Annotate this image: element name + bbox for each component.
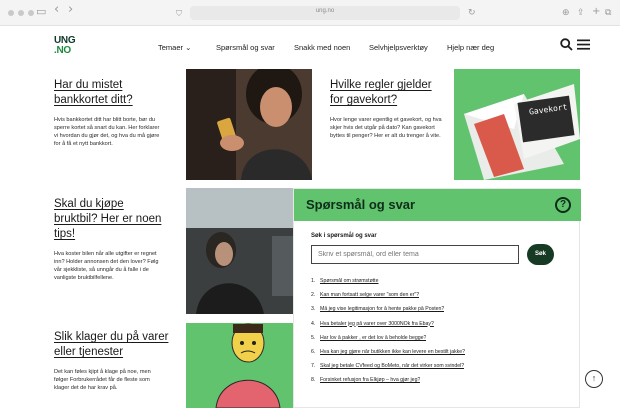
card-text: Hvis bankkortet ditt har blitt borte, bø… xyxy=(54,117,160,147)
card-text: Hvor lenge varer egentlig et gavekort, o… xyxy=(330,117,442,139)
window-controls xyxy=(8,10,34,16)
download-icon[interactable]: ⊕ xyxy=(562,6,570,20)
article-card-klage[interactable]: Slik klager du på varer eller tjenester … xyxy=(54,330,178,408)
qa-question-link[interactable]: Skal jeg betale CVfeed og BoMeto, når de… xyxy=(320,363,464,377)
qa-question-item[interactable]: 4. Hva betaler jeg på varer over 3000NOk … xyxy=(311,321,571,335)
web-page: UNG .NO Temaer ⌄ Spørsmål og svar Snakk … xyxy=(14,26,606,408)
article-card-bruktbil[interactable]: Skal du kjøpe bruktbil? Her er noen tips… xyxy=(54,197,178,307)
qa-search-label: Søk i spørsmål og svar xyxy=(311,233,377,239)
article-card-bankkort[interactable]: Har du mistet bankkortet ditt? Hvis bank… xyxy=(54,78,178,178)
nav-snakk-med-noen[interactable]: Snakk med noen xyxy=(294,43,350,52)
new-tab-icon[interactable]: + xyxy=(592,5,600,19)
qa-header: Spørsmål og svar ? xyxy=(294,189,581,221)
qa-question-number: 1. xyxy=(311,278,316,284)
card-text: Hva koster bilen når alle utgifter er re… xyxy=(54,251,159,281)
reload-icon[interactable]: ↻ xyxy=(468,6,476,20)
url-text: ung.no xyxy=(315,8,335,14)
qa-question-number: 5. xyxy=(311,334,316,341)
bankkort-image[interactable] xyxy=(186,69,312,180)
qa-question-link[interactable]: Hva kan jeg gjøre når butikken ikke kan … xyxy=(320,349,465,363)
qa-question-link[interactable]: Må jeg vise legitimasjon for å hente pak… xyxy=(320,306,444,320)
tab-overview-icon[interactable]: ⧉ xyxy=(605,6,611,20)
ung-logo[interactable]: UNG .NO xyxy=(54,36,80,56)
nav-selvhjelpsverktoy[interactable]: Selvhjelpsverktøy xyxy=(369,43,428,52)
site-header: UNG .NO Temaer ⌄ Spørsmål og svar Snakk … xyxy=(14,26,606,70)
qa-question-item[interactable]: 3. Må jeg vise legitimasjon for å hente p… xyxy=(311,306,571,320)
sidebar-toggle-icon[interactable]: ▭ xyxy=(36,5,46,19)
qa-question-link[interactable]: Spørsmål om strømstøtte xyxy=(320,278,379,292)
qa-question-item[interactable]: 2. Kan man fortsatt selge varer "som den … xyxy=(311,292,571,306)
qa-question-item[interactable]: 5. Har lov å pakker , er det lov å behold… xyxy=(311,335,571,349)
logo-bottom: .NO xyxy=(54,45,71,56)
gavekort-image[interactable]: Gavekort xyxy=(454,69,580,180)
qa-question-number: 6. xyxy=(311,348,316,355)
browser-toolbar: ▭ ‹ › ⛉ ung.no ↻ ⊕ ⇪ + ⧉ xyxy=(0,0,620,26)
card-title[interactable]: Skal du kjøpe bruktbil? Her er noen tips… xyxy=(54,197,166,242)
qa-question-link[interactable]: Hva betaler jeg på varer over 3000NOk fr… xyxy=(320,321,434,335)
qa-title: Spørsmål og svar xyxy=(306,197,416,212)
qa-panel: Spørsmål og svar ? Søk i spørsmål og sva… xyxy=(293,188,581,408)
qa-question-list: 1. Spørsmål om strømstøtte 2. Kan man forts… xyxy=(311,278,571,392)
minimize-window-dot[interactable] xyxy=(18,10,24,16)
help-icon[interactable]: ? xyxy=(555,197,571,213)
scroll-to-top-button[interactable]: ↑ xyxy=(585,370,603,388)
qa-question-link[interactable]: Forsinket refusjon fra Elkjøp – hva gjør… xyxy=(320,377,420,391)
shield-icon[interactable]: ⛉ xyxy=(176,7,182,21)
menu-icon[interactable] xyxy=(577,38,590,54)
nav-temaer[interactable]: Temaer ⌄ xyxy=(158,43,191,52)
card-title[interactable]: Hvilke regler gjelder for gavekort? xyxy=(330,78,440,108)
address-bar[interactable]: ung.no xyxy=(190,6,460,20)
nav-hjelp-naer-deg[interactable]: Hjelp nær deg xyxy=(447,43,494,52)
qa-question-number: 2. xyxy=(311,292,316,299)
qa-question-item[interactable]: 1. Spørsmål om strømstøtte xyxy=(311,278,571,292)
forward-button[interactable]: › xyxy=(68,3,73,17)
share-icon[interactable]: ⇪ xyxy=(577,6,585,20)
qa-question-item[interactable]: 7. Skal jeg betale CVfeed og BoMeto, når … xyxy=(311,363,571,377)
qa-search-input[interactable] xyxy=(311,245,519,264)
qa-question-number: 8. xyxy=(311,377,316,384)
qa-question-item[interactable]: 6. Hva kan jeg gjøre når butikken ikke ka… xyxy=(311,349,571,363)
qa-question-number: 7. xyxy=(311,363,316,370)
maximize-window-dot[interactable] xyxy=(28,10,34,16)
qa-question-item[interactable]: 8. Forsinket refusjon fra Elkjøp – hva gj… xyxy=(311,377,571,391)
qa-search-button[interactable]: Søk xyxy=(527,244,554,265)
qa-question-link[interactable]: Har lov å pakker , er det lov å beholde … xyxy=(320,335,426,349)
search-icon[interactable] xyxy=(560,38,573,54)
back-button[interactable]: ‹ xyxy=(54,3,59,17)
close-window-dot[interactable] xyxy=(8,10,14,16)
qa-question-link[interactable]: Kan man fortsatt selge varer "som den er… xyxy=(320,292,419,306)
qa-question-number: 3. xyxy=(311,306,316,313)
card-title[interactable]: Slik klager du på varer eller tjenester xyxy=(54,330,174,360)
nav-sporsmal-og-svar[interactable]: Spørsmål og svar xyxy=(216,43,275,52)
qa-question-number: 4. xyxy=(311,320,316,327)
card-text: Det kan føles kjipt å klage på noe, men … xyxy=(54,369,151,391)
card-title[interactable]: Har du mistet bankkortet ditt? xyxy=(54,78,164,108)
article-card-gavekort[interactable]: Hvilke regler gjelder for gavekort? Hvor… xyxy=(330,78,454,178)
